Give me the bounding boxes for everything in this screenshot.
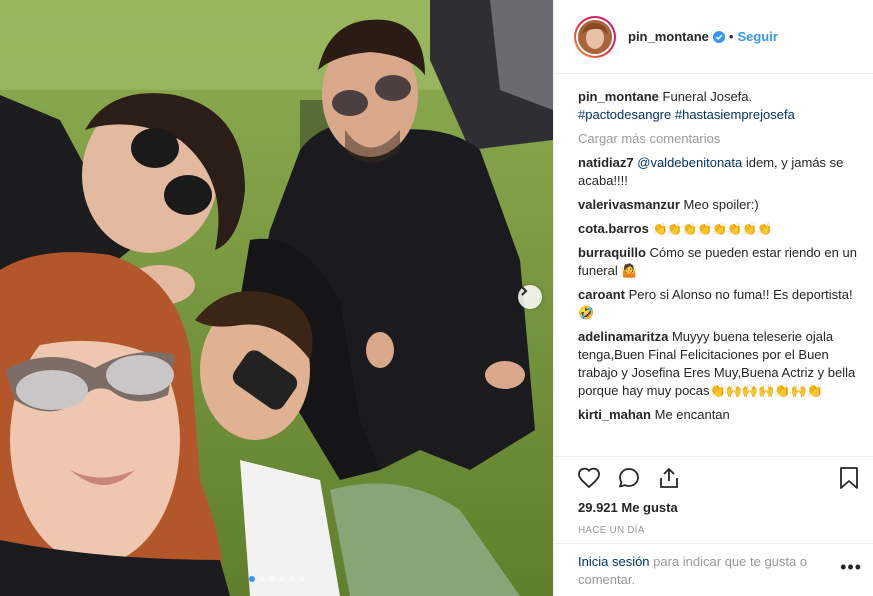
comment-item: kirti_mahan Me encantan — [578, 406, 862, 424]
carousel-dot — [248, 576, 255, 582]
comment-username[interactable]: valerivasmanzur — [578, 197, 680, 212]
caption: pin_montane Funeral Josefa. #pactodesang… — [578, 88, 862, 124]
comment-button[interactable] — [616, 465, 642, 491]
avatar[interactable] — [574, 15, 616, 58]
comment-item: valerivasmanzur Meo spoiler:) — [578, 196, 862, 214]
caption-username[interactable]: pin_montane — [578, 89, 659, 104]
comment-icon — [619, 468, 639, 488]
post-photo[interactable] — [0, 0, 553, 596]
follow-button[interactable]: Seguir — [737, 29, 777, 44]
comment-username[interactable]: kirti_mahan — [578, 407, 651, 422]
save-button[interactable] — [836, 465, 862, 491]
comment-mention[interactable]: @valdebenitonata — [637, 155, 742, 170]
comment-item: natidiaz7 @valdebenitonata idem, y jamás… — [578, 154, 862, 190]
heart-icon — [578, 467, 600, 489]
post-timestamp[interactable]: HACE UN DÍA — [578, 525, 645, 536]
carousel-dot — [288, 576, 295, 582]
instagram-post: pin_montane • Seguir pin_montane Funeral… — [0, 0, 873, 596]
comment-username[interactable]: burraquillo — [578, 245, 646, 260]
photo-illustration — [0, 0, 553, 596]
load-more-comments-button[interactable]: Cargar más comentarios — [578, 130, 862, 148]
comment-item: adelinamaritza Muyyy buena teleserie oja… — [578, 328, 862, 400]
comment-item: caroant Pero si Alonso no fuma!! Es depo… — [578, 286, 862, 322]
like-count[interactable]: 29.921 Me gusta — [578, 500, 678, 515]
chevron-right-icon — [521, 286, 528, 296]
post-actions: 29.921 Me gusta HACE UN DÍA Inicia sesió… — [554, 456, 873, 596]
post-sidebar: pin_montane • Seguir pin_montane Funeral… — [553, 0, 873, 596]
carousel-indicators — [0, 576, 553, 582]
more-options-icon[interactable]: ••• — [840, 557, 862, 578]
share-icon — [660, 467, 678, 488]
carousel-dot — [278, 576, 285, 582]
comment-text: 👏👏👏👏👏👏👏👏 — [652, 222, 772, 236]
like-button[interactable] — [576, 465, 602, 491]
comment-username[interactable]: natidiaz7 — [578, 155, 634, 170]
carousel-dot — [258, 576, 265, 582]
comment-item: burraquillo Cómo se pueden estar riendo … — [578, 244, 862, 280]
avatar-image — [578, 19, 612, 54]
comment-username[interactable]: adelinamaritza — [578, 329, 668, 344]
comment-text: Meo spoiler:) — [683, 197, 759, 212]
comments-list: pin_montane Funeral Josefa. #pactodesang… — [578, 88, 862, 430]
share-button[interactable] — [656, 465, 682, 491]
comment-username[interactable]: caroant — [578, 287, 625, 302]
action-icons — [576, 465, 682, 491]
login-prompt: Inicia sesión para indicar que te gusta … — [554, 543, 873, 589]
comment-username[interactable]: cota.barros — [578, 221, 649, 236]
header-separator: • — [728, 29, 734, 44]
header-username[interactable]: pin_montane — [628, 29, 709, 44]
verified-badge-icon — [712, 30, 725, 43]
comment-text: Me encantan — [654, 407, 730, 422]
comment-item: cota.barros 👏👏👏👏👏👏👏👏 — [578, 220, 862, 238]
carousel-dot — [298, 576, 305, 582]
carousel-next-button[interactable] — [518, 285, 542, 309]
bookmark-icon — [840, 467, 858, 489]
carousel-dot — [268, 576, 275, 582]
login-link[interactable]: Inicia sesión — [578, 554, 650, 569]
caption-hashtags[interactable]: #pactodesangre #hastasiemprejosefa — [578, 107, 795, 122]
post-header: pin_montane • Seguir — [554, 0, 873, 74]
caption-text: Funeral Josefa. — [662, 89, 753, 104]
